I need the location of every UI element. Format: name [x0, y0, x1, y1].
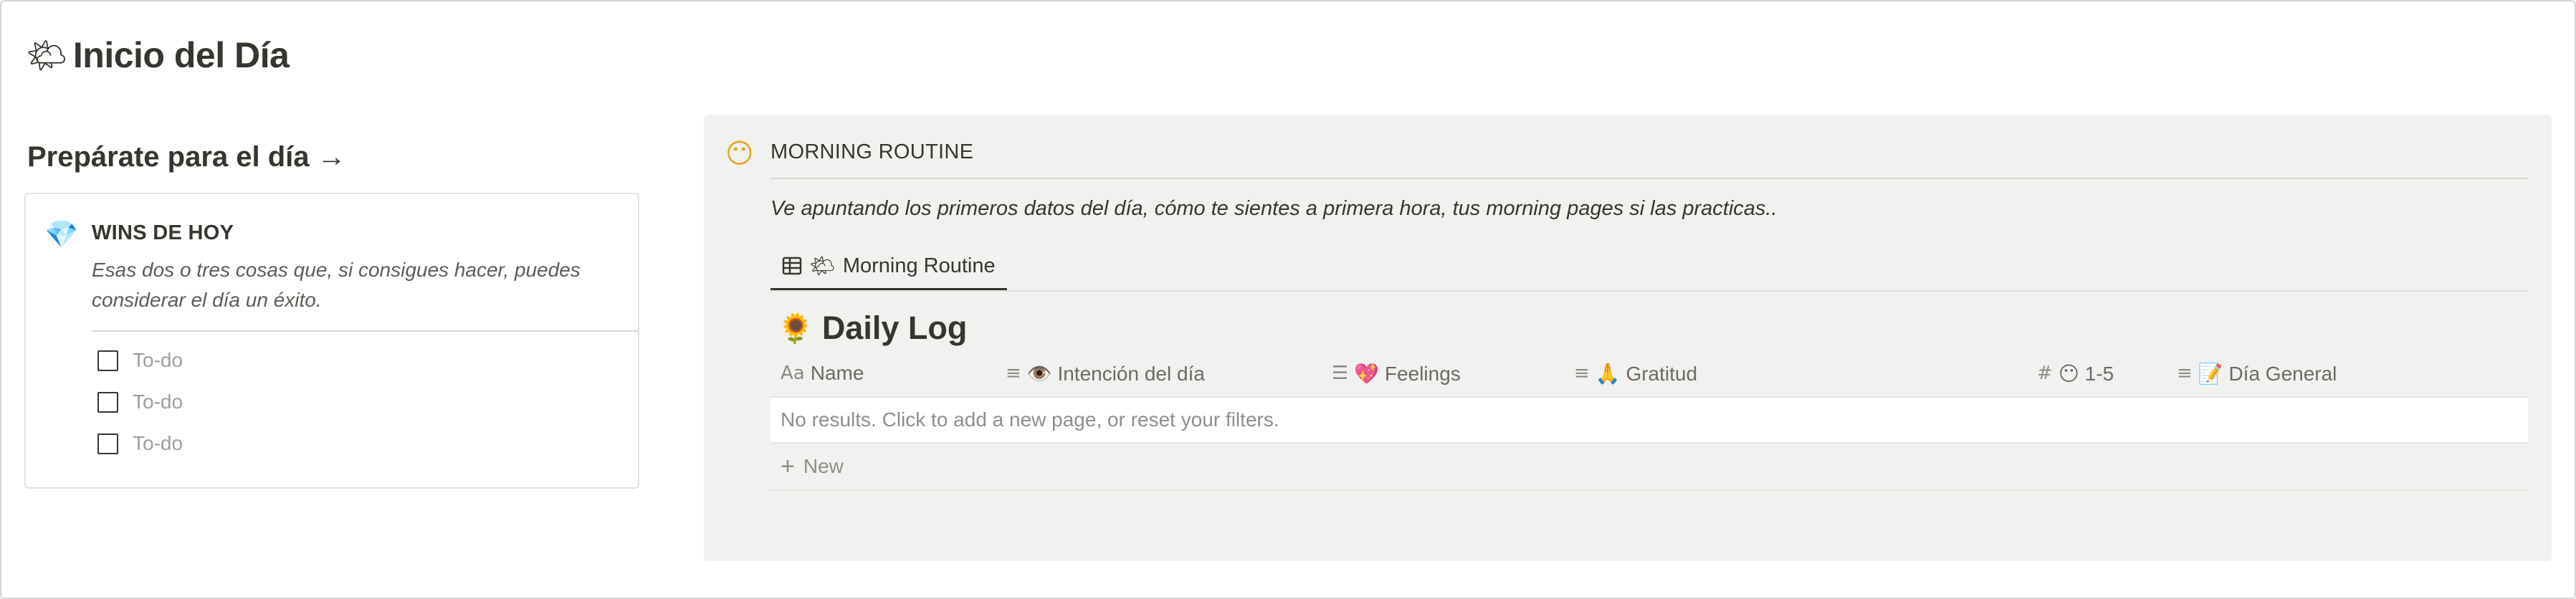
column-label: 💖 Feelings	[1354, 362, 1461, 385]
text-lines-icon: ≡	[1006, 363, 1021, 384]
empty-results-row[interactable]: No results. Click to add a new page, or …	[771, 396, 2528, 444]
column-label: Name	[810, 362, 864, 384]
todo-item: To-do	[97, 432, 183, 455]
column-label: 👁️ Intención del día	[1026, 362, 1205, 385]
todo-label[interactable]: To-do	[133, 432, 183, 455]
plus-icon: +	[781, 452, 795, 480]
list-icon: ☰	[1332, 363, 1349, 384]
sun-behind-cloud-icon: 🌤	[26, 35, 67, 75]
todo-checkbox[interactable]	[97, 391, 118, 413]
todo-item: To-do	[97, 349, 183, 372]
database-title-text: Daily Log	[821, 310, 968, 346]
page-title-text: Inicio del Día	[72, 35, 290, 75]
column-label: 📝 Día General	[2198, 362, 2337, 385]
todo-label[interactable]: To-do	[133, 390, 183, 413]
sunflower-icon: 🌻	[778, 312, 814, 345]
wins-description: Esas dos o tres cosas que, si consigues …	[92, 259, 581, 311]
smiling-face-icon[interactable]: 😶	[725, 138, 754, 169]
gem-icon[interactable]: 💎	[44, 219, 78, 251]
divider	[771, 178, 2528, 179]
tabs-divider	[771, 290, 2528, 292]
tab-morning-routine[interactable]: 🌤 Morning Routine	[771, 244, 1007, 291]
routine-description: Ve apuntando los primeros datos del día,…	[771, 197, 1778, 220]
column-label: 😶 1-5	[2058, 362, 2114, 385]
divider	[92, 330, 639, 332]
column-header-rating[interactable]: # 😶 1-5	[2037, 360, 2114, 386]
text-lines-icon: ≡	[2177, 363, 2193, 384]
text-lines-icon: ≡	[1574, 363, 1590, 384]
todo-item: To-do	[97, 390, 183, 413]
database-title[interactable]: 🌻 Daily Log	[778, 307, 967, 350]
table-icon	[782, 257, 802, 275]
column-header-dia-general[interactable]: ≡ 📝 Día General	[2177, 360, 2337, 386]
column-header-intencion[interactable]: ≡ 👁️ Intención del día	[1006, 360, 1205, 386]
hash-icon: #	[2037, 363, 2053, 384]
todo-checkbox[interactable]	[97, 350, 118, 371]
wins-title: WINS DE HOY	[92, 221, 234, 244]
column-header-name[interactable]: Aa Name	[781, 360, 864, 386]
page-title: 🌤 Inicio del Día	[26, 30, 290, 80]
column-header-feelings[interactable]: ☰ 💖 Feelings	[1332, 360, 1461, 386]
morning-routine-callout: 😶 MORNING ROUTINE Ve apuntando los prime…	[704, 115, 2552, 561]
text-aa-icon: Aa	[781, 363, 805, 384]
routine-title: MORNING ROUTINE	[771, 140, 974, 163]
column-header-gratitud[interactable]: ≡ 🙏 Gratitud	[1574, 360, 1697, 386]
column-label: 🙏 Gratitud	[1595, 362, 1698, 385]
sun-behind-cloud-icon: 🌤	[809, 253, 836, 278]
new-row-button[interactable]: + New	[771, 444, 2528, 491]
tab-label: Morning Routine	[842, 254, 996, 277]
todo-checkbox[interactable]	[97, 433, 118, 454]
page-frame: 🌤 Inicio del Día Prepárate para el día →…	[0, 0, 2576, 599]
new-label: New	[803, 455, 844, 477]
prepare-heading[interactable]: Prepárate para el día →	[27, 141, 346, 173]
wins-callout: 💎 WINS DE HOY Esas dos o tres cosas que,…	[24, 193, 639, 489]
todo-label[interactable]: To-do	[133, 349, 183, 372]
